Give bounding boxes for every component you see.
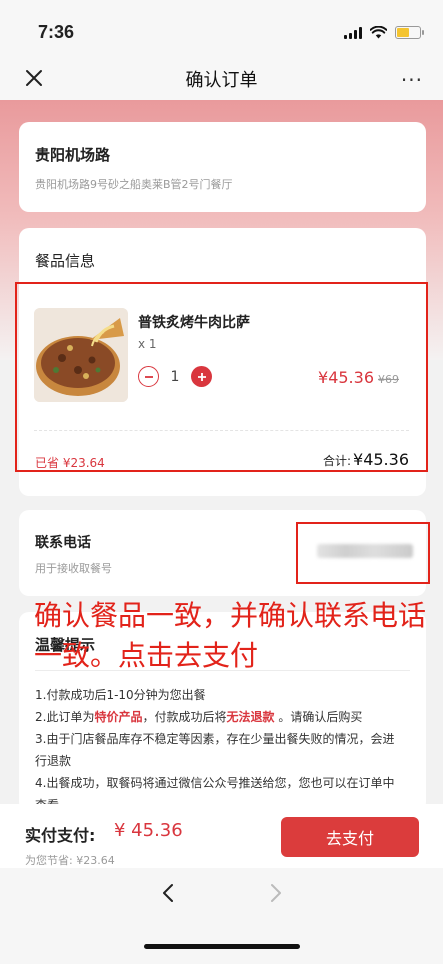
signal-icon: [344, 26, 362, 39]
store-address: 贵阳机场路9号砂之船奥莱B管2号门餐厅: [35, 178, 233, 191]
payment-bar: 实付支付: ¥ 45.36 为您节省: ¥23.64 去支付: [0, 804, 443, 868]
wifi-icon: [370, 26, 387, 39]
pay-amount: ¥ 45.36: [114, 820, 183, 841]
status-bar: 7:36: [0, 0, 443, 58]
nav-bar: 确认订单 ···: [0, 58, 443, 100]
tip-item: 3.由于门店餐品库存不稳定等因素，存在少量出餐失败的情况，会进行退款: [35, 732, 395, 768]
browser-toolbar: [0, 868, 443, 964]
page-title: 确认订单: [185, 70, 258, 91]
chevron-right-icon[interactable]: [264, 882, 286, 904]
annotation-text: 确认餐品一致，并确认联系电话一致。点击去支付: [34, 599, 427, 672]
annotation-box-phone: [296, 522, 430, 584]
tip-item: 1.付款成功后1-10分钟为您出餐: [35, 688, 206, 702]
annotation-box-meal: [15, 282, 428, 472]
status-icons: [344, 26, 424, 39]
more-icon[interactable]: ···: [401, 68, 423, 92]
store-card[interactable]: 贵阳机场路 贵阳机场路9号砂之船奥莱B管2号门餐厅: [19, 122, 426, 212]
chevron-left-icon[interactable]: [158, 882, 180, 904]
status-time: 7:36: [38, 22, 75, 42]
tip-item: 2.此订单为特价产品，付款成功后将无法退款 。请确认后购买: [35, 710, 363, 724]
tips-list: 1.付款成功后1-10分钟为您出餐 2.此订单为特价产品，付款成功后将无法退款 …: [35, 684, 406, 816]
battery-icon: [395, 26, 424, 39]
pay-label: 实付支付:: [25, 826, 96, 845]
pay-button[interactable]: 去支付: [281, 817, 419, 857]
pay-saved: 为您节省: ¥23.64: [25, 854, 115, 867]
contact-title: 联系电话: [35, 535, 91, 551]
home-indicator: [144, 944, 300, 949]
meal-section-title: 餐品信息: [35, 252, 96, 270]
highlight-text: 特价产品: [94, 710, 143, 724]
highlight-text: 无法退款: [226, 710, 275, 724]
contact-subtitle: 用于接收取餐号: [35, 562, 112, 575]
store-name: 贵阳机场路: [35, 146, 111, 164]
